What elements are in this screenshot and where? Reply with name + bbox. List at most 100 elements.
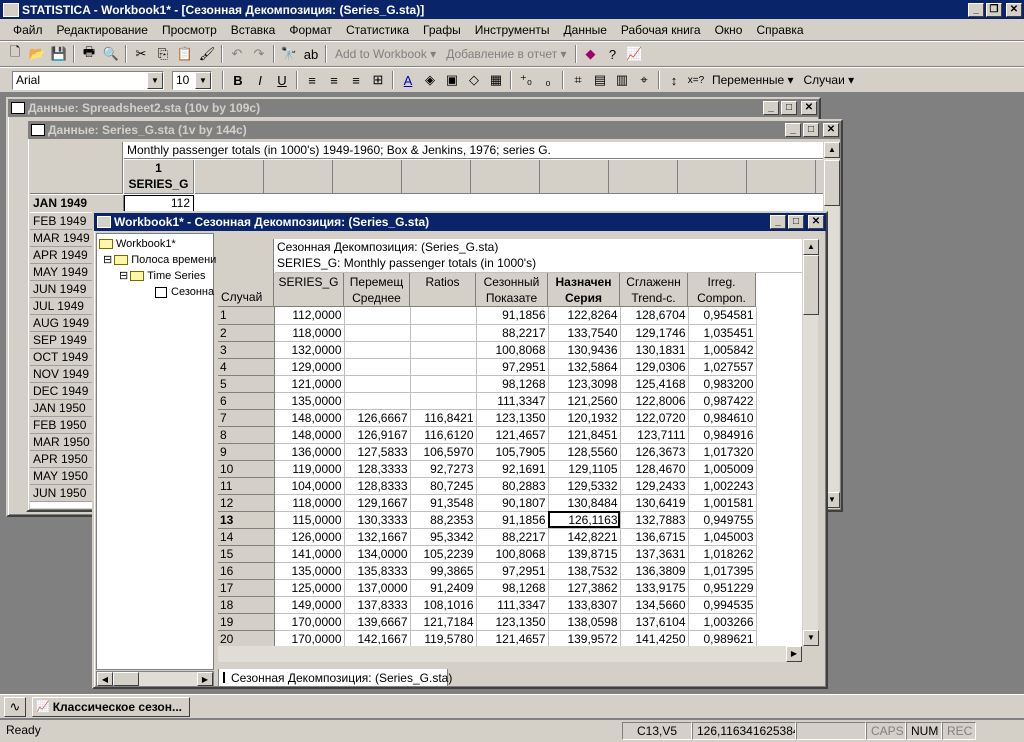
row-header[interactable]: APR 1949 [30,247,100,264]
table-cell[interactable] [344,375,411,393]
highlight-icon[interactable]: ◇ [463,70,485,90]
tree-node-time-series[interactable]: ⊟ Time Series [99,268,211,284]
table-cell[interactable]: 1,045003 [688,528,757,546]
table-cell[interactable]: 0,989621 [688,630,757,646]
table-cell[interactable]: 105,2239 [410,545,477,563]
table-cell[interactable]: 129,5332 [548,477,621,495]
table-cell[interactable]: 0,984916 [688,426,757,444]
table-cell[interactable]: 0,951229 [688,579,757,597]
scroll-up-icon[interactable]: ▲ [824,142,840,158]
results-hscrollbar[interactable]: ▶ [218,646,802,662]
table-cell[interactable]: 119,5780 [410,630,477,646]
scroll-thumb[interactable] [824,160,840,206]
table-cell[interactable]: 1,018262 [688,545,757,563]
table-cell[interactable]: 137,8333 [344,596,411,614]
row-header[interactable]: JUN 1950 [30,485,100,502]
help-pointer-icon[interactable]: ? [602,44,624,64]
underline-icon[interactable]: U [271,70,293,90]
results-vscrollbar[interactable]: ▲ ▼ [802,239,819,646]
case-number[interactable]: 18 [218,596,275,614]
table-cell[interactable]: 122,8264 [548,307,621,325]
row-header[interactable]: JUL 1949 [30,298,100,315]
table-cell[interactable]: 1,017395 [688,562,757,580]
statistics-icon[interactable]: ◆ [580,44,602,64]
cut-icon[interactable]: ✂ [130,44,152,64]
minimize-button[interactable]: _ [968,2,984,17]
table-cell[interactable]: 142,1667 [344,630,411,646]
table-cell[interactable]: 170,0000 [274,630,345,646]
table-cell[interactable]: 106,5970 [410,443,477,461]
menu-insert[interactable]: Вставка [224,23,283,37]
undo-icon[interactable]: ↶ [226,44,248,64]
case-number[interactable]: 17 [218,579,275,597]
table-cell[interactable]: 130,3333 [344,511,411,529]
scroll-right-icon[interactable]: ▶ [786,646,802,662]
table-cell[interactable]: 0,949755 [688,511,757,529]
table-cell[interactable] [344,307,411,325]
table-cell[interactable]: 139,6667 [344,613,411,631]
table-cell[interactable]: 0,994535 [688,596,757,614]
table-cell[interactable] [410,358,477,376]
scroll-up-icon[interactable]: ▲ [803,239,819,255]
menu-tools[interactable]: Инструменты [468,23,557,37]
align-center-icon[interactable]: ≡ [323,70,345,90]
table-cell[interactable]: 0,984610 [688,409,757,427]
table-cell[interactable]: 123,1350 [476,613,549,631]
menu-format[interactable]: Формат [282,23,339,37]
table-cell[interactable]: 1,017320 [688,443,757,461]
align-right-icon[interactable]: ≡ [345,70,367,90]
table-cell[interactable] [410,341,477,359]
table-cell[interactable] [344,358,411,376]
case-number[interactable]: 2 [218,324,275,342]
table-cell[interactable]: 88,2353 [410,511,477,529]
table-cell[interactable]: 95,3342 [410,528,477,546]
print-icon[interactable]: 🖶 [78,44,100,64]
maximize-button[interactable]: □ [788,215,804,229]
table-cell[interactable]: 128,5560 [548,443,621,461]
table-cell[interactable]: 116,6120 [410,426,477,444]
font-name-select[interactable]: Arial ▼ [12,70,164,90]
menu-window[interactable]: Окно [708,23,750,37]
table-cell[interactable]: 128,6704 [620,307,689,325]
table-cell[interactable]: 129,1667 [344,494,411,512]
table-cell[interactable]: 1,005009 [688,460,757,478]
open-icon[interactable]: 📂 [26,44,48,64]
column-header[interactable]: Сезонный Показате [476,273,548,307]
scroll-thumb[interactable] [803,255,819,315]
table-cell[interactable]: 91,1856 [476,307,549,325]
cells-icon[interactable]: ▤ [589,70,611,90]
table-cell[interactable]: 80,7245 [410,477,477,495]
chevron-down-icon[interactable]: ▼ [195,71,211,89]
table-cell[interactable]: 139,9572 [548,630,621,646]
table-cell[interactable]: 118,0000 [274,494,345,512]
table-cell[interactable]: 132,0000 [274,341,345,359]
scroll-right-icon[interactable]: ▶ [197,672,213,686]
decimal-icon[interactable]: ⁺₀ [515,70,537,90]
close-button[interactable]: ✕ [823,123,839,137]
table-cell[interactable]: 129,1105 [548,460,621,478]
align-left-icon[interactable]: ≡ [301,70,323,90]
add-to-report-button[interactable]: Добавление в отчет ▾ [441,47,571,61]
table-cell[interactable]: 88,2217 [476,324,549,342]
menu-help[interactable]: Справка [749,23,810,37]
table-cell[interactable] [344,392,411,410]
table-cell[interactable]: 128,8333 [344,477,411,495]
table-cell[interactable]: 111,3347 [476,596,549,614]
row-header[interactable]: MAR 1949 [30,230,100,247]
table-cell[interactable]: 119,0000 [274,460,345,478]
table-cell[interactable]: 126,9167 [344,426,411,444]
case-number[interactable]: 15 [218,545,275,563]
table-cell[interactable]: 122,8006 [620,392,689,410]
table-cell[interactable]: 132,1667 [344,528,411,546]
table-cell[interactable]: 137,3631 [620,545,689,563]
redo-icon[interactable]: ↷ [248,44,270,64]
table-cell[interactable]: 92,7273 [410,460,477,478]
table-cell[interactable]: 1,027557 [688,358,757,376]
sort-icon[interactable]: ↕ [663,70,685,90]
table-cell[interactable]: 137,0000 [344,579,411,597]
restore-button[interactable]: ❐ [986,2,1002,17]
scroll-left-icon[interactable]: ◀ [97,672,113,686]
table-cell[interactable]: 80,2883 [476,477,549,495]
copy-icon[interactable]: ⎘ [152,44,174,64]
row-header-first[interactable]: JAN 1949 [30,195,124,212]
